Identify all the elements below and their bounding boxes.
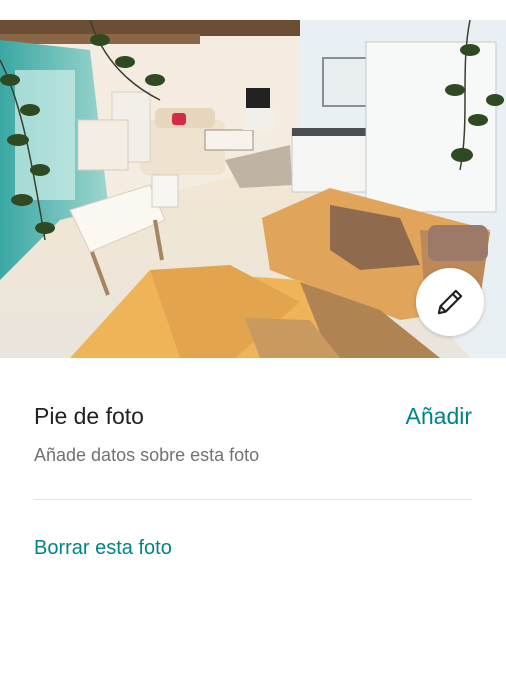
caption-title: Pie de foto [34, 403, 144, 429]
divider [34, 499, 472, 500]
caption-hint: Añade datos sobre esta foto [34, 445, 260, 465]
add-caption-link[interactable]: Añadir [406, 402, 472, 430]
pencil-icon [437, 289, 463, 315]
delete-photo-link[interactable]: Borrar esta foto [34, 535, 172, 561]
edit-photo-button[interactable] [416, 268, 484, 336]
